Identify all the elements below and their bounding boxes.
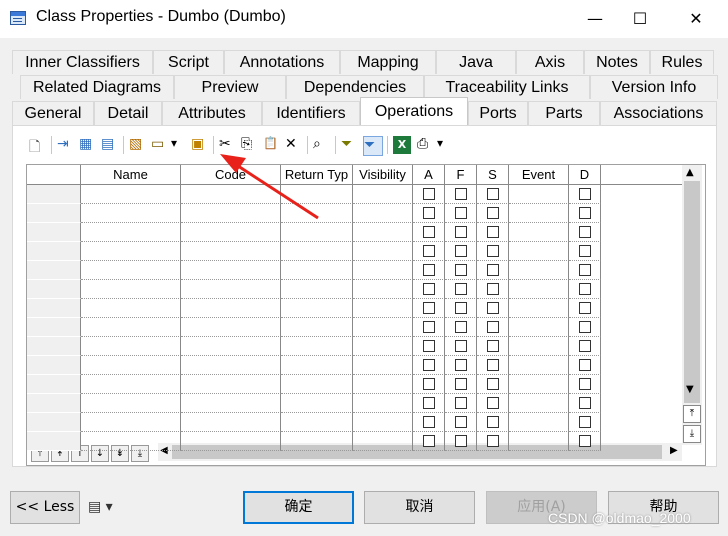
less-button[interactable]: << Less: [10, 491, 80, 524]
property-sheet-menu-icon[interactable]: ▤ ▾: [88, 499, 113, 515]
ok-button[interactable]: 确定: [243, 491, 354, 524]
watermark: CSDN @oldmao_2000: [548, 510, 691, 526]
annotation-arrow: [220, 154, 319, 220]
cancel-button[interactable]: 取消: [364, 491, 475, 524]
